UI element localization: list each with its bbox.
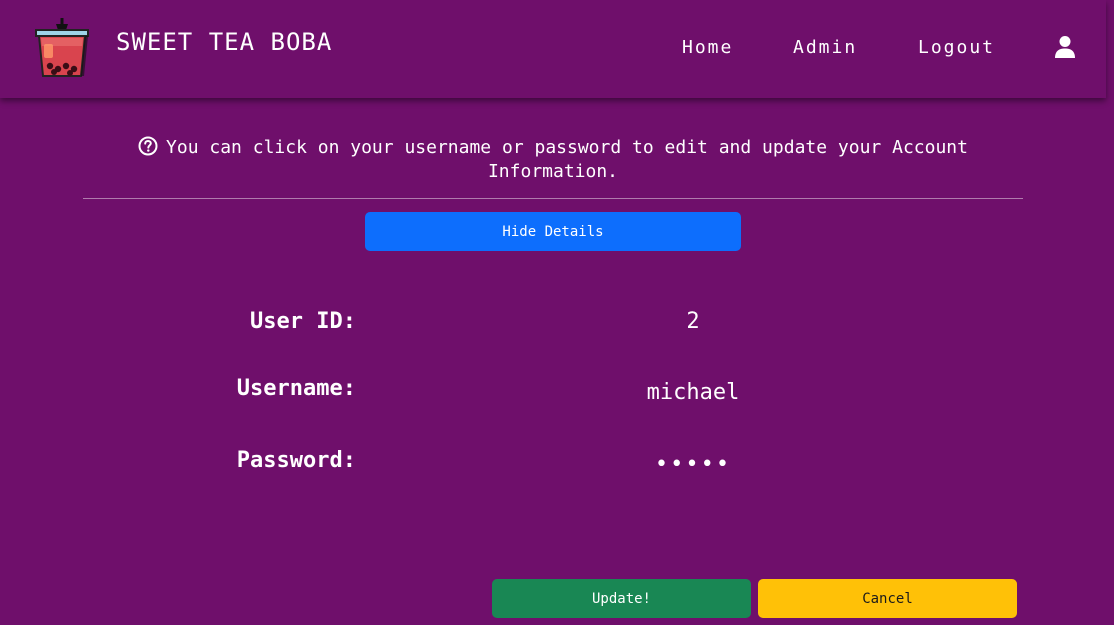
divider (83, 198, 1023, 199)
user-icon[interactable] (1054, 35, 1076, 59)
boba-cup-logo-icon[interactable] (30, 16, 94, 80)
user-id-value: 2 (686, 309, 700, 334)
username-value[interactable]: michael (593, 380, 793, 405)
help-message: You can click on your username or passwo… (83, 136, 1023, 184)
password-value[interactable]: ••••• (593, 452, 793, 477)
password-label: Password: (236, 448, 356, 473)
nav-admin-link[interactable]: Admin (793, 37, 857, 58)
nav-home-link[interactable]: Home (682, 37, 733, 58)
update-button[interactable]: Update! (492, 579, 751, 618)
help-message-text: You can click on your username or passwo… (166, 137, 968, 182)
hide-details-button[interactable]: Hide Details (365, 212, 741, 251)
navbar: SWEET TEA BOBA Home Admin Logout (0, 0, 1106, 98)
nav-logout-link[interactable]: Logout (918, 37, 995, 58)
cancel-button[interactable]: Cancel (758, 579, 1017, 618)
question-circle-icon (138, 136, 158, 156)
brand-title[interactable]: SWEET TEA BOBA (116, 28, 332, 56)
user-id-label: User ID: (250, 309, 356, 334)
username-label: Username: (236, 376, 356, 401)
